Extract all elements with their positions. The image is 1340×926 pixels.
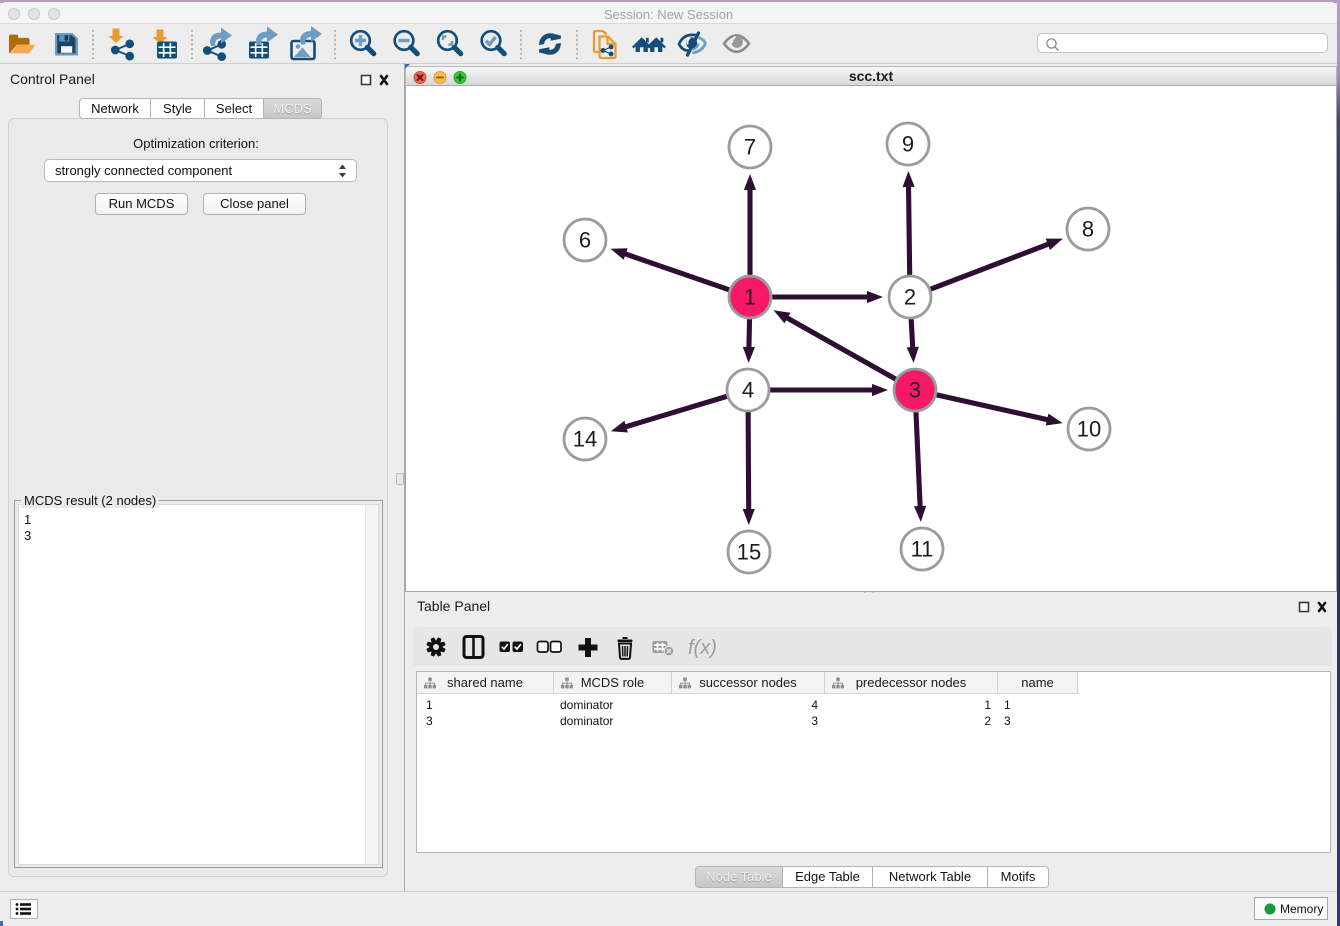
- svg-text:f(x): f(x): [688, 637, 717, 659]
- svg-text:9: 9: [902, 132, 914, 157]
- svg-text:4: 4: [742, 378, 754, 403]
- svg-text:7: 7: [744, 135, 756, 160]
- svg-text:10: 10: [1077, 417, 1101, 442]
- svg-text:15: 15: [737, 540, 761, 565]
- svg-text:3: 3: [909, 378, 921, 403]
- svg-text:2: 2: [904, 285, 916, 310]
- svg-text:6: 6: [579, 228, 591, 253]
- svg-text:11: 11: [911, 537, 934, 562]
- svg-text:8: 8: [1082, 217, 1094, 242]
- svg-text:1: 1: [744, 285, 756, 310]
- svg-text:14: 14: [573, 427, 597, 452]
